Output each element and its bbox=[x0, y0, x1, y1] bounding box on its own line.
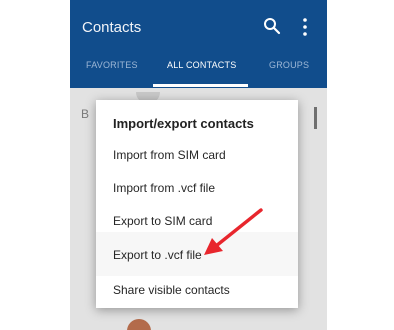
section-letter: B bbox=[81, 107, 90, 121]
tab-favorites[interactable]: FAVORITES bbox=[86, 60, 138, 70]
app-title: Contacts bbox=[82, 19, 142, 36]
scrollbar[interactable] bbox=[314, 107, 317, 129]
tab-groups[interactable]: GROUPS bbox=[269, 60, 309, 70]
active-tab-indicator bbox=[153, 84, 248, 87]
option-export-sim[interactable]: Export to SIM card bbox=[113, 214, 212, 228]
option-import-vcf[interactable]: Import from .vcf file bbox=[113, 181, 215, 195]
red-arrow-annotation-icon bbox=[204, 208, 263, 255]
option-share-visible[interactable]: Share visible contacts bbox=[113, 283, 230, 297]
tab-all-contacts[interactable]: ALL CONTACTS bbox=[167, 60, 236, 70]
import-export-dialog: Import/export contacts Import from SIM c… bbox=[96, 100, 298, 308]
option-import-sim[interactable]: Import from SIM card bbox=[113, 148, 226, 162]
app-bar: Contacts FAVORITES ALL CONTACTS GROUPS bbox=[70, 0, 327, 88]
dialog-title: Import/export contacts bbox=[113, 116, 254, 131]
more-vert-icon[interactable] bbox=[298, 17, 312, 37]
phone-screen: Contacts FAVORITES ALL CONTACTS GROUPS B… bbox=[70, 0, 327, 330]
option-export-vcf[interactable]: Export to .vcf file bbox=[113, 248, 202, 262]
search-icon[interactable] bbox=[263, 17, 281, 35]
